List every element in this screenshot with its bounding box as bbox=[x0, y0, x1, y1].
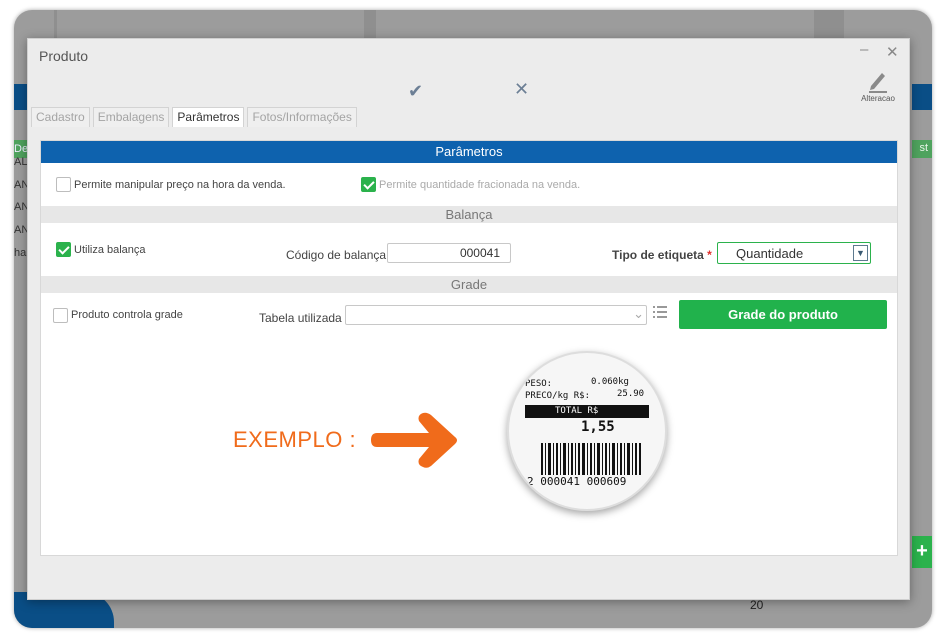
bg-page-number: 20 bbox=[750, 598, 764, 612]
ticket-total-label: TOTAL R$ bbox=[525, 405, 649, 418]
bg-divider bbox=[364, 10, 376, 40]
tabela-utilizada-select[interactable]: ⌄ bbox=[345, 305, 647, 325]
ticket-barcode-digits: 2 000041 000609 bbox=[527, 475, 627, 488]
permite-manipular-preco-checkbox[interactable] bbox=[56, 177, 71, 192]
x-icon[interactable]: ✕ bbox=[514, 79, 529, 100]
tab-fotos-informacoes[interactable]: Fotos/Informações bbox=[247, 107, 357, 127]
pencil-icon bbox=[869, 73, 887, 93]
bg-header-bar bbox=[14, 84, 28, 110]
minimize-icon[interactable]: – bbox=[860, 41, 868, 58]
chevron-down-icon[interactable]: ▼ bbox=[853, 245, 868, 261]
ticket-preco-label: PRECO/kg R$: bbox=[525, 391, 591, 401]
ticket-peso-label: PESO: bbox=[525, 379, 553, 389]
parametros-panel: Parâmetros Permite manipular preço na ho… bbox=[40, 140, 898, 556]
utiliza-balanca-label: Utiliza balança bbox=[74, 244, 146, 256]
tipo-etiqueta-text: Tipo de etiqueta bbox=[612, 248, 704, 262]
etiqueta-exemplo-image: PESO: 0.060kg PRECO/kg R$: 25.90 TOTAL R… bbox=[507, 351, 667, 511]
exemplo-label: EXEMPLO : bbox=[233, 427, 357, 452]
balanca-subheader: Balança bbox=[41, 206, 897, 223]
codigo-balanca-input[interactable]: 000041 bbox=[387, 243, 511, 263]
ticket-total-value: 1,55 bbox=[581, 419, 615, 435]
check-icon[interactable]: ✔ bbox=[408, 81, 423, 102]
section-title: Parâmetros bbox=[41, 141, 897, 163]
grade-subheader: Grade bbox=[41, 276, 897, 293]
ticket-preco-value: 25.90 bbox=[617, 389, 645, 399]
permite-quantidade-fracionada-checkbox[interactable] bbox=[361, 177, 376, 192]
dialog-title: Produto bbox=[39, 48, 89, 64]
tab-embalagens[interactable]: Embalagens bbox=[92, 107, 170, 127]
required-marker: * bbox=[707, 248, 712, 262]
bg-add-button: + bbox=[912, 536, 932, 568]
produto-dialog: Produto – ✕ ✔ ✕ Alteracao Cadastro Embal… bbox=[27, 38, 910, 600]
close-icon[interactable]: ✕ bbox=[886, 43, 899, 61]
permite-manipular-preco-label: Permite manipular preço na hora da venda… bbox=[74, 179, 286, 191]
codigo-balanca-label: Código de balança bbox=[286, 248, 387, 262]
barcode-icon bbox=[541, 443, 641, 475]
produto-controla-grade-label: Produto controla grade bbox=[71, 309, 183, 321]
tipo-etiqueta-label: Tipo de etiqueta * bbox=[612, 248, 712, 262]
tipo-etiqueta-select[interactable]: Quantidade ▼ bbox=[717, 242, 871, 264]
bg-header-bar bbox=[912, 84, 932, 110]
tipo-etiqueta-value: Quantidade bbox=[736, 246, 804, 261]
tab-bar: Cadastro Embalagens Parâmetros Fotos/Inf… bbox=[31, 107, 357, 127]
bg-divider bbox=[54, 10, 57, 40]
edit-button[interactable]: Alteracao bbox=[856, 69, 900, 103]
ticket-peso-value: 0.060kg bbox=[591, 377, 629, 387]
chevron-down-icon[interactable]: ⌄ bbox=[633, 305, 644, 323]
list-icon[interactable] bbox=[653, 305, 667, 319]
tabela-utilizada-label: Tabela utilizada bbox=[259, 311, 342, 325]
produto-controla-grade-checkbox[interactable] bbox=[53, 308, 68, 323]
bg-row-text: AL bbox=[14, 156, 28, 168]
bg-header-text: st bbox=[919, 142, 928, 154]
edit-label: Alteracao bbox=[861, 94, 895, 103]
arrow-right-icon bbox=[371, 412, 457, 468]
utiliza-balanca-checkbox[interactable] bbox=[56, 242, 71, 257]
grade-do-produto-button[interactable]: Grade do produto bbox=[679, 300, 887, 329]
tab-parametros[interactable]: Parâmetros bbox=[172, 107, 245, 127]
bg-divider bbox=[814, 10, 844, 40]
permite-quantidade-fracionada-label: Permite quantidade fracionada na venda. bbox=[379, 179, 581, 191]
tab-cadastro[interactable]: Cadastro bbox=[31, 107, 90, 127]
